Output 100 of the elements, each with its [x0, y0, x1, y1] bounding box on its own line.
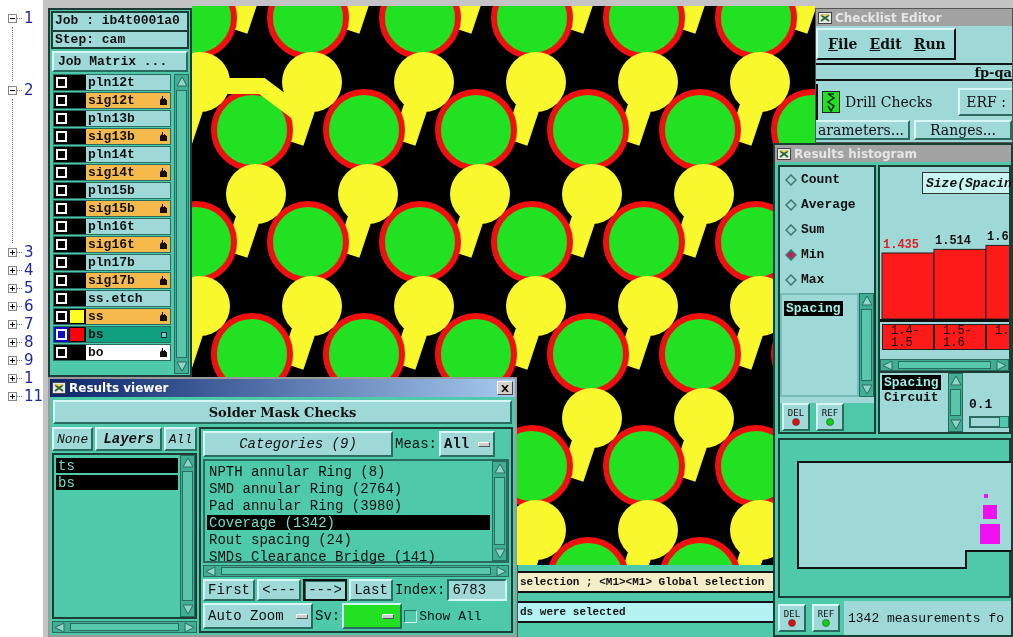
layer-name[interactable]: sig12t: [86, 93, 170, 108]
layer-name[interactable]: pln13b: [86, 111, 170, 126]
scroll-arrow-icon[interactable]: [495, 566, 508, 577]
scroll-arrow-icon[interactable]: [175, 360, 188, 373]
scroll-arrow-icon[interactable]: [181, 603, 194, 616]
scrollbar-thumb[interactable]: [70, 623, 179, 631]
menu-item[interactable]: File: [828, 36, 858, 52]
expand-icon[interactable]: [8, 391, 17, 401]
list-item[interactable]: Circuit: [882, 390, 941, 405]
nav-button[interactable]: Last: [349, 579, 393, 601]
menu-item[interactable]: Run: [913, 36, 946, 52]
tree-item[interactable]: 8: [24, 333, 34, 351]
erf-button[interactable]: ERF :: [958, 88, 1012, 116]
scroll-arrow-icon[interactable]: [183, 622, 196, 633]
tree-item[interactable]: 2: [24, 81, 34, 99]
checkbox[interactable]: [404, 609, 418, 623]
zoom-dropdown[interactable]: Auto Zoom: [203, 603, 313, 629]
list-item[interactable]: bs: [56, 475, 178, 490]
layer-name[interactable]: pln14t: [86, 147, 170, 162]
list-item[interactable]: Pad annular Ring (3980): [207, 498, 490, 513]
scroll-arrow-icon[interactable]: [493, 547, 506, 560]
list-item[interactable]: Coverage (1342): [207, 515, 490, 530]
list-item[interactable]: SMDs Clearance Bridge (141): [207, 549, 490, 564]
scrollbar-thumb[interactable]: [950, 389, 961, 416]
expand-icon[interactable]: [8, 283, 17, 293]
scrollbar-thumb[interactable]: [898, 361, 991, 369]
layer-name[interactable]: bo: [86, 345, 170, 360]
expand-icon[interactable]: [8, 337, 17, 347]
scrollbar-thumb[interactable]: [182, 471, 193, 601]
nav-button[interactable]: <---: [257, 579, 301, 601]
layer-name[interactable]: ss.etch: [86, 291, 170, 306]
nav-button[interactable]: First: [203, 579, 255, 601]
toggle-button[interactable]: DEL: [778, 604, 806, 632]
layer-name[interactable]: sig14t: [86, 165, 170, 180]
scroll-arrow-icon[interactable]: [881, 360, 894, 371]
index-field[interactable]: 6783: [447, 579, 508, 601]
list-item[interactable]: SMD annular Ring (2764): [207, 481, 490, 496]
nav-button[interactable]: --->: [303, 579, 347, 601]
list-item[interactable]: ts: [56, 458, 178, 473]
radio-button[interactable]: [785, 248, 797, 261]
expand-icon[interactable]: [8, 265, 17, 275]
layer-name[interactable]: bs: [86, 327, 170, 342]
tree-item[interactable]: 4: [24, 261, 34, 279]
expand-icon[interactable]: [8, 247, 17, 257]
scrollbar-thumb[interactable]: [494, 477, 505, 545]
menu-item[interactable]: Edit: [869, 36, 902, 52]
radio-button[interactable]: [785, 223, 797, 236]
job-matrix-button[interactable]: Job Matrix ...: [52, 51, 188, 72]
tree-item[interactable]: 5: [24, 279, 34, 297]
dialog-button[interactable]: Ranges...: [914, 120, 1012, 140]
expand-icon[interactable]: [8, 373, 17, 383]
expand-icon[interactable]: [8, 355, 17, 365]
scroll-arrow-icon[interactable]: [493, 462, 506, 475]
layer-name[interactable]: sig15b: [86, 201, 170, 216]
categories-button[interactable]: Categories (9): [203, 431, 393, 457]
layer-name[interactable]: pln12t: [86, 75, 170, 90]
tree-item[interactable]: 3: [24, 243, 34, 261]
scrollbar-thumb[interactable]: [176, 90, 187, 358]
radio-button[interactable]: [785, 273, 797, 286]
list-item[interactable]: Spacing: [784, 301, 843, 316]
layer-name[interactable]: sig17b: [86, 273, 170, 288]
layer-name[interactable]: pln16t: [86, 219, 170, 234]
tree-item[interactable]: 7: [24, 315, 34, 333]
scrollbar-thumb[interactable]: [221, 567, 491, 575]
list-item[interactable]: NPTH annular Ring (8): [207, 464, 490, 479]
scroll-arrow-icon[interactable]: [995, 360, 1008, 371]
scroll-arrow-icon[interactable]: [175, 75, 188, 88]
scroll-arrow-icon[interactable]: [949, 374, 962, 387]
scroll-arrow-icon[interactable]: [860, 294, 873, 307]
toggle-button[interactable]: REF: [812, 604, 840, 632]
layer-name[interactable]: ss: [86, 309, 170, 324]
scroll-arrow-icon[interactable]: [860, 383, 873, 396]
toggle-button[interactable]: REF: [816, 403, 844, 431]
scroll-arrow-icon[interactable]: [949, 418, 962, 431]
collapse-icon[interactable]: [8, 13, 17, 23]
tree-item[interactable]: 9: [24, 351, 34, 369]
scrollbar-thumb[interactable]: [861, 309, 872, 381]
toggle-button[interactable]: Layers: [95, 427, 162, 451]
tree-item[interactable]: 1: [24, 9, 34, 27]
layer-name[interactable]: sig13b: [86, 129, 170, 144]
list-item[interactable]: Rout spacing (24): [207, 532, 490, 547]
close-button[interactable]: [497, 381, 513, 395]
tree-item[interactable]: 6: [24, 297, 34, 315]
layer-name[interactable]: pln15b: [86, 183, 170, 198]
toggle-button[interactable]: None: [52, 427, 94, 451]
radio-button[interactable]: [785, 173, 797, 186]
tree-item[interactable]: 1: [24, 369, 34, 387]
check-name[interactable]: Drill Checks: [845, 94, 933, 110]
meas-dropdown[interactable]: All: [439, 431, 495, 457]
collapse-icon[interactable]: [8, 85, 17, 95]
scroll-arrow-icon[interactable]: [204, 566, 217, 577]
scroll-arrow-icon[interactable]: [181, 456, 194, 469]
dialog-button[interactable]: arameters...: [816, 120, 910, 140]
expand-icon[interactable]: [8, 301, 17, 311]
toggle-button[interactable]: All: [164, 427, 197, 451]
expand-icon[interactable]: [8, 319, 17, 329]
radio-button[interactable]: [785, 198, 797, 211]
layer-name[interactable]: pln17b: [86, 255, 170, 270]
tree-item[interactable]: 11: [23, 387, 43, 405]
list-item[interactable]: Spacing: [882, 375, 941, 390]
